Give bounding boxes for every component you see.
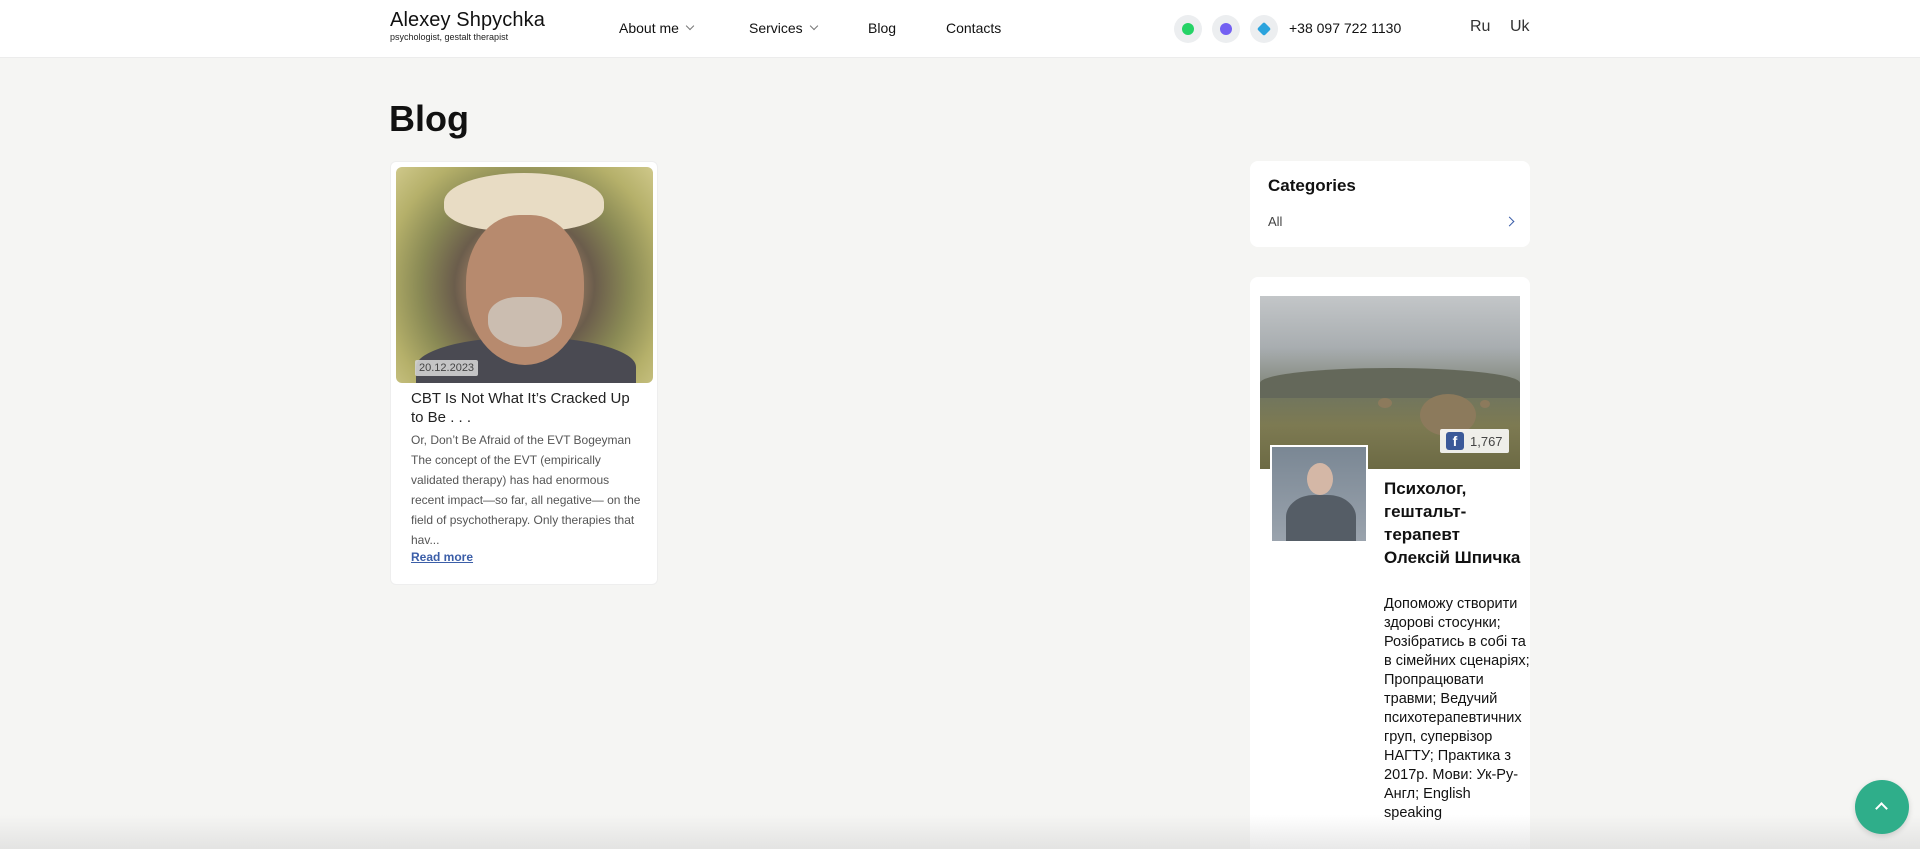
facebook-likes-count: 1,767 xyxy=(1470,433,1503,449)
avatar-body xyxy=(1286,495,1356,541)
cover-hill xyxy=(1260,368,1520,398)
facebook-cover-image[interactable]: f 1,767 xyxy=(1260,296,1520,469)
whatsapp-icon[interactable] xyxy=(1174,15,1202,43)
category-item-all[interactable]: All xyxy=(1268,214,1282,229)
nav-item-services[interactable]: Services xyxy=(749,20,818,36)
facebook-icon: f xyxy=(1446,432,1464,450)
nav-item-contacts[interactable]: Contacts xyxy=(946,20,1001,36)
chevron-down-icon xyxy=(685,21,695,31)
cover-hay-bale xyxy=(1480,400,1490,408)
facebook-page-name[interactable]: Психолог, гештальт-терапевт Олексій Шпич… xyxy=(1384,477,1524,569)
page-title: Blog xyxy=(389,98,469,139)
post-image[interactable]: 20.12.2023 xyxy=(396,167,653,383)
phone-link[interactable]: +38 097 722 1130 xyxy=(1289,20,1401,36)
facebook-widget: f 1,767 Психолог, гештальт-терапевт Олек… xyxy=(1250,277,1530,849)
lang-uk[interactable]: Uk xyxy=(1510,18,1530,36)
post-excerpt: Or, Don’t Be Afraid of the EVT Bogeyman … xyxy=(411,433,641,547)
facebook-likes[interactable]: f 1,767 xyxy=(1440,429,1509,453)
post-title[interactable]: CBT Is Not What It’s Cracked Up to Be . … xyxy=(411,389,643,427)
post-date: 20.12.2023 xyxy=(415,360,479,376)
chevron-down-icon xyxy=(809,21,818,31)
messenger-links xyxy=(1174,15,1278,43)
avatar-head xyxy=(1307,463,1333,495)
nav-item-label: Contacts xyxy=(946,20,1002,36)
logo-name: Alexey Shpychka xyxy=(390,9,545,31)
nav-item-label: Blog xyxy=(868,20,897,36)
facebook-avatar[interactable] xyxy=(1270,445,1368,543)
nav-item-label: Services xyxy=(749,20,803,36)
site-header: Alexey Shpychka psychologist, gestalt th… xyxy=(0,0,1920,58)
lang-ru[interactable]: Ru xyxy=(1470,18,1490,36)
logo-tagline: psychologist, gestalt therapist xyxy=(390,32,509,42)
categories-widget: Categories All xyxy=(1250,161,1530,247)
nav-item-label: About me xyxy=(619,20,679,36)
categories-title: Categories xyxy=(1268,176,1356,195)
post-image-beard xyxy=(488,297,562,347)
chevron-up-icon xyxy=(1875,802,1888,815)
nav-item-blog[interactable]: Blog xyxy=(868,20,896,36)
telegram-icon[interactable] xyxy=(1250,15,1278,43)
post-card[interactable]: 20.12.2023 CBT Is Not What It’s Cracked … xyxy=(390,161,658,585)
viber-icon[interactable] xyxy=(1212,15,1240,43)
scroll-to-top-button[interactable] xyxy=(1855,780,1909,834)
bottom-shadow xyxy=(0,815,1920,849)
nav-item-about-me[interactable]: About me xyxy=(619,20,695,36)
site-logo[interactable]: Alexey Shpychka psychologist, gestalt th… xyxy=(390,9,545,43)
chevron-right-icon[interactable] xyxy=(1504,216,1515,227)
read-more-link[interactable]: Read more xyxy=(411,550,473,564)
cover-hay-bale xyxy=(1378,398,1392,408)
facebook-page-description: Допоможу створити здорові стосунки; Розі… xyxy=(1384,596,1530,821)
